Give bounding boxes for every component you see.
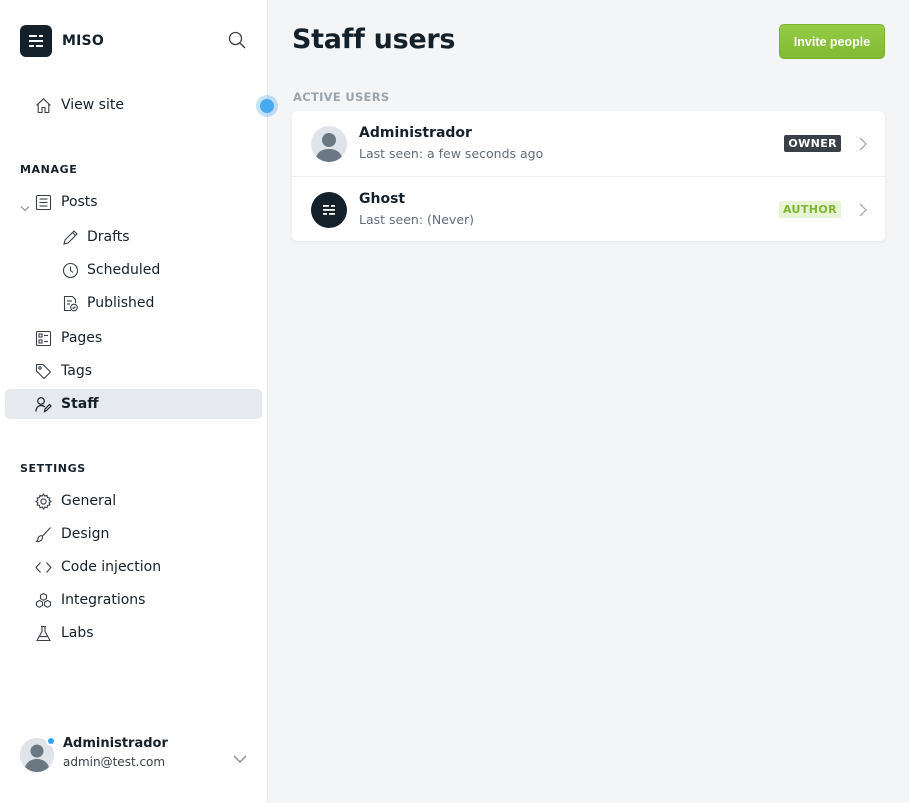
- avatar: [311, 126, 347, 162]
- integrations-icon: [35, 592, 52, 609]
- manage-section-title: MANAGE: [20, 163, 78, 176]
- brush-icon: [35, 526, 52, 543]
- nav-scheduled[interactable]: Scheduled: [5, 255, 262, 285]
- list-item[interactable]: Administrador Last seen: a few seconds a…: [292, 111, 885, 176]
- published-doc-icon: [62, 295, 79, 312]
- nav-staff[interactable]: Staff: [5, 389, 262, 419]
- ghost-logo-icon: [20, 24, 52, 57]
- online-status-dot: [46, 736, 56, 746]
- staff-icon: [35, 396, 52, 413]
- nav-label: Published: [87, 295, 155, 311]
- user-list: Administrador Last seen: a few seconds a…: [292, 111, 885, 241]
- page-title: Staff users: [292, 24, 456, 55]
- nav-pages[interactable]: Pages: [5, 323, 262, 353]
- active-users-heading: ACTIVE USERS: [293, 90, 390, 104]
- invite-people-button[interactable]: Invite people: [779, 24, 885, 59]
- nav-label: General: [61, 493, 117, 509]
- code-icon: [35, 559, 52, 576]
- chevron-down-icon[interactable]: [233, 749, 247, 763]
- pencil-icon: [62, 229, 79, 246]
- role-badge: AUTHOR: [778, 201, 841, 218]
- gear-icon: [34, 492, 53, 511]
- account-menu[interactable]: Administrador admin@test.com: [20, 736, 250, 774]
- list-item[interactable]: Ghost Last seen: (Never) AUTHOR: [292, 176, 885, 241]
- nav-label: Posts: [61, 194, 98, 210]
- flask-icon: [35, 625, 52, 642]
- settings-section-title: SETTINGS: [20, 462, 86, 475]
- onboarding-pulse-indicator[interactable]: [256, 95, 278, 117]
- brand[interactable]: MISO: [20, 24, 104, 57]
- user-last-seen: Last seen: (Never): [359, 212, 475, 227]
- chevron-down-icon[interactable]: [20, 198, 30, 212]
- nav-label: Design: [61, 526, 110, 542]
- chevron-right-icon: [859, 136, 867, 151]
- nav-code-injection[interactable]: Code injection: [5, 552, 262, 582]
- posts-icon: [35, 194, 52, 211]
- pages-icon: [35, 330, 52, 347]
- nav-published[interactable]: Published: [5, 288, 262, 318]
- site-name: MISO: [62, 32, 104, 49]
- user-name: Ghost: [359, 191, 406, 207]
- nav-label: Tags: [61, 363, 92, 379]
- user-name: Administrador: [359, 125, 472, 141]
- account-email: admin@test.com: [63, 755, 166, 769]
- user-last-seen: Last seen: a few seconds ago: [359, 146, 544, 161]
- sidebar: MISO View site MANAGE Posts Drafts Sched…: [0, 0, 268, 803]
- nav-label: Staff: [61, 396, 99, 412]
- clock-icon: [62, 262, 79, 279]
- nav-labs[interactable]: Labs: [5, 618, 262, 648]
- nav-label: Scheduled: [87, 262, 161, 278]
- nav-label: Drafts: [87, 229, 130, 245]
- nav-design[interactable]: Design: [5, 519, 262, 549]
- nav-posts[interactable]: Posts: [5, 187, 262, 217]
- nav-general[interactable]: General: [5, 486, 262, 516]
- search-icon[interactable]: [228, 31, 246, 49]
- nav-label: Code injection: [61, 559, 162, 575]
- nav-drafts[interactable]: Drafts: [5, 222, 262, 252]
- nav-label: Integrations: [61, 592, 146, 608]
- chevron-right-icon: [859, 202, 867, 217]
- nav-tags[interactable]: Tags: [5, 356, 262, 386]
- account-name: Administrador: [63, 736, 168, 751]
- tag-icon: [35, 363, 52, 380]
- role-badge: OWNER: [784, 135, 841, 152]
- nav-view-site[interactable]: View site: [5, 90, 262, 120]
- nav-label: Labs: [61, 625, 94, 641]
- nav-label: View site: [61, 97, 124, 113]
- nav-integrations[interactable]: Integrations: [5, 585, 262, 615]
- nav-label: Pages: [61, 330, 103, 346]
- home-icon: [35, 97, 52, 114]
- avatar: [311, 192, 347, 228]
